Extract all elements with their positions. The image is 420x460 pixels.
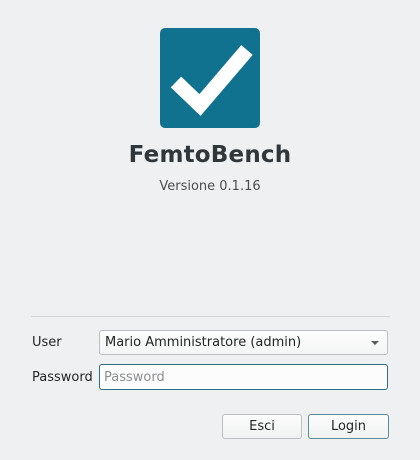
- login-button[interactable]: Login: [308, 414, 389, 439]
- app-title: FemtoBench: [128, 142, 292, 168]
- divider: [31, 316, 390, 317]
- password-label: Password: [32, 370, 93, 385]
- checkmark-icon: [170, 45, 253, 116]
- app-version: Versione 0.1.16: [159, 179, 261, 194]
- app-logo: [160, 28, 260, 128]
- user-select[interactable]: Mario Amministratore (admin): [99, 330, 388, 355]
- chevron-down-icon: [371, 341, 379, 345]
- user-select-value: Mario Amministratore (admin): [105, 335, 302, 350]
- password-input[interactable]: [99, 364, 388, 390]
- exit-button[interactable]: Esci: [222, 414, 302, 439]
- user-label: User: [32, 335, 62, 350]
